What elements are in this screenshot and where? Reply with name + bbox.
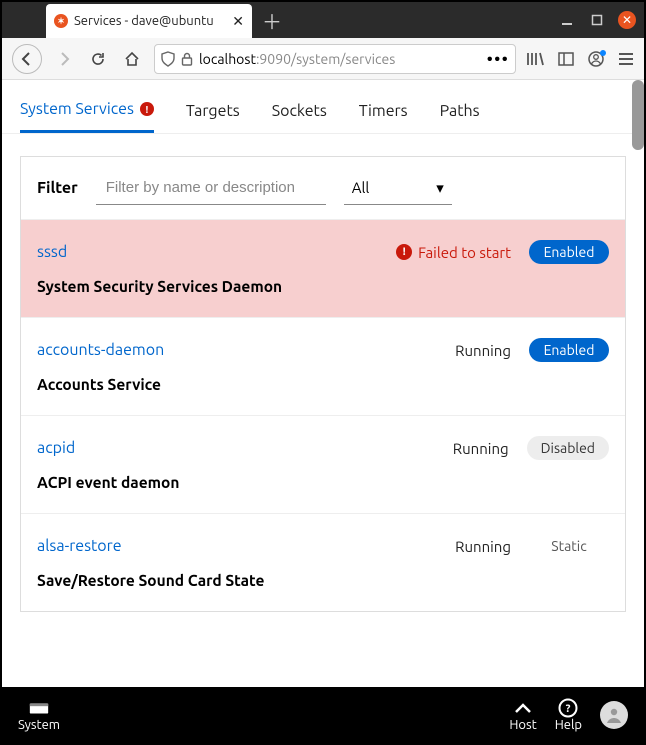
error-badge-icon: ! (140, 102, 154, 116)
tab-paths[interactable]: Paths (440, 100, 480, 133)
services-tab-nav: System Services ! Targets Sockets Timers… (2, 80, 644, 134)
page-content: System Services ! Targets Sockets Timers… (2, 80, 644, 687)
filter-bar: Filter All ▾ (21, 157, 625, 219)
service-name: acpid (37, 439, 75, 457)
service-name: accounts-daemon (37, 341, 164, 359)
tab-system-services[interactable]: System Services ! (20, 100, 154, 133)
service-row[interactable]: accounts-daemon Running Enabled Accounts… (21, 317, 625, 415)
service-badge: Static (529, 534, 609, 558)
account-badge-icon (600, 50, 606, 56)
window-titlebar: ✶ Services - dave@ubuntu ✕ ＋ ✕ (2, 2, 644, 38)
service-description: System Security Services Daemon (37, 278, 609, 295)
select-value: All (352, 179, 370, 196)
menu-icon[interactable] (618, 52, 634, 66)
url-text: localhost:9090/system/services (199, 51, 395, 67)
service-name: alsa-restore (37, 537, 122, 555)
sidebar-icon[interactable] (558, 52, 574, 66)
filter-input[interactable] (96, 171, 326, 205)
server-icon (28, 699, 50, 717)
forward-button[interactable] (52, 47, 76, 71)
dock-label: Help (555, 718, 582, 732)
service-state: Running (455, 342, 511, 359)
service-description: Accounts Service (37, 376, 609, 393)
help-icon: ? (557, 699, 579, 717)
services-panel: Filter All ▾ sssd ! Failed to start Enab… (20, 156, 626, 612)
toolbar-icons (526, 51, 634, 67)
service-badge: Enabled (529, 240, 609, 264)
dock-host[interactable]: Host (509, 699, 536, 732)
dock-label: Host (509, 718, 536, 732)
tab-targets[interactable]: Targets (186, 100, 240, 133)
reload-button[interactable] (86, 47, 110, 71)
user-avatar[interactable] (600, 701, 628, 729)
chevron-down-icon: ▾ (436, 179, 444, 197)
tab-timers[interactable]: Timers (359, 100, 408, 133)
dock-system[interactable]: System (18, 699, 60, 732)
service-state: Running (455, 538, 511, 555)
url-bar[interactable]: localhost:9090/system/services ••• (154, 44, 516, 74)
window-minimize-icon[interactable] (558, 11, 576, 29)
dock-help[interactable]: ? Help (555, 699, 582, 732)
back-button[interactable] (12, 44, 42, 74)
window-maximize-icon[interactable] (588, 11, 606, 29)
lock-icon[interactable] (181, 52, 193, 66)
service-badge: Enabled (529, 338, 609, 362)
home-button[interactable] (120, 47, 144, 71)
bottom-dock: System Host ? Help (2, 687, 644, 743)
service-row[interactable]: sssd ! Failed to start Enabled System Se… (21, 219, 625, 317)
service-description: ACPI event daemon (37, 474, 609, 491)
service-row[interactable]: alsa-restore Running Static Save/Restore… (21, 513, 625, 611)
tab-close-icon[interactable]: ✕ (232, 13, 244, 30)
service-row[interactable]: acpid Running Disabled ACPI event daemon (21, 415, 625, 513)
window-controls: ✕ (558, 2, 636, 38)
tab-favicon-icon: ✶ (54, 14, 68, 28)
library-icon[interactable] (526, 51, 544, 67)
svg-text:?: ? (566, 703, 571, 715)
tracking-shield-icon[interactable] (161, 51, 175, 67)
tab-sockets[interactable]: Sockets (272, 100, 327, 133)
dock-label: System (18, 718, 60, 732)
account-icon[interactable] (588, 51, 604, 67)
tab-title: Services - dave@ubuntu (74, 14, 226, 28)
browser-tab[interactable]: ✶ Services - dave@ubuntu ✕ (46, 4, 252, 38)
service-name: sssd (37, 243, 67, 261)
page-actions-icon[interactable]: ••• (487, 49, 509, 69)
browser-toolbar: localhost:9090/system/services ••• (2, 38, 644, 80)
filter-label: Filter (37, 179, 78, 197)
service-state: ! Failed to start (396, 244, 511, 261)
service-state: Running (453, 440, 509, 457)
service-description: Save/Restore Sound Card State (37, 572, 609, 589)
error-icon: ! (396, 244, 412, 260)
scrollbar[interactable] (632, 80, 644, 150)
chevron-up-icon (512, 699, 534, 717)
filter-state-select[interactable]: All ▾ (344, 171, 452, 205)
tab-label: System Services (20, 100, 134, 118)
window-close-icon[interactable]: ✕ (618, 11, 636, 29)
new-tab-button[interactable]: ＋ (262, 6, 282, 35)
service-badge: Disabled (527, 436, 609, 460)
